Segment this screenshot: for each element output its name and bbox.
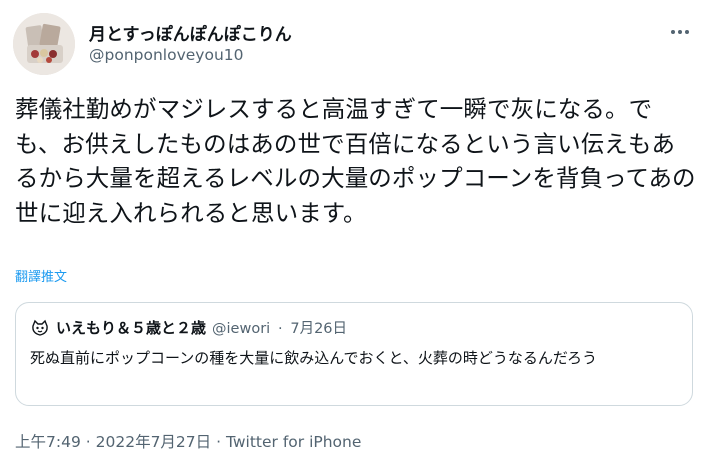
tweet-container: 月とすっぽんぽんぽこりん @ponponloveyou10 葬儀社勤めがマジレス… — [0, 0, 706, 459]
quote-text: 死ぬ直前にポップコーンの種を大量に飲み込んでおくと、火葬の時どうなるんだろう — [30, 349, 598, 367]
author-handle[interactable]: @ponponloveyou10 — [89, 46, 244, 64]
quote-separator: · — [277, 321, 283, 337]
avatar-image — [13, 13, 75, 75]
quote-avatar — [30, 318, 50, 338]
footer-separator: · — [85, 433, 91, 451]
footer-separator-2: · — [216, 433, 222, 451]
quoted-tweet-card[interactable]: いえもり＆５歳と２歳 @iewori · 7月26日 死ぬ直前にポップコーンの種を… — [15, 302, 693, 406]
tweet-time[interactable]: 上午7:49 — [15, 433, 81, 451]
translate-tweet-link[interactable]: 翻譯推文 — [15, 266, 67, 285]
quote-handle: @iewori — [212, 321, 271, 337]
tweet-footer: 上午7:49 · 2022年7月27日 · Twitter for iPhone — [15, 430, 361, 452]
avatar[interactable] — [13, 13, 75, 75]
tweet-text: 葬儀社勤めがマジレスすると高温すぎて一瞬で灰になる。でも、お供えしたものはあの世… — [15, 95, 696, 227]
author-display-name[interactable]: 月とすっぽんぽんぽこりん — [89, 20, 292, 45]
quote-display-name: いえもり＆５歳と２歳 — [56, 319, 207, 337]
tweet-date[interactable]: 2022年7月27日 — [96, 433, 212, 451]
quote-header: いえもり＆５歳と２歳 @iewori · 7月26日 — [56, 317, 347, 338]
more-options-button[interactable] — [668, 20, 692, 44]
tweet-source-link[interactable]: Twitter for iPhone — [226, 433, 361, 451]
ellipsis-icon — [671, 30, 689, 34]
quote-avatar-icon — [30, 318, 50, 338]
quote-date: 7月26日 — [290, 321, 348, 337]
